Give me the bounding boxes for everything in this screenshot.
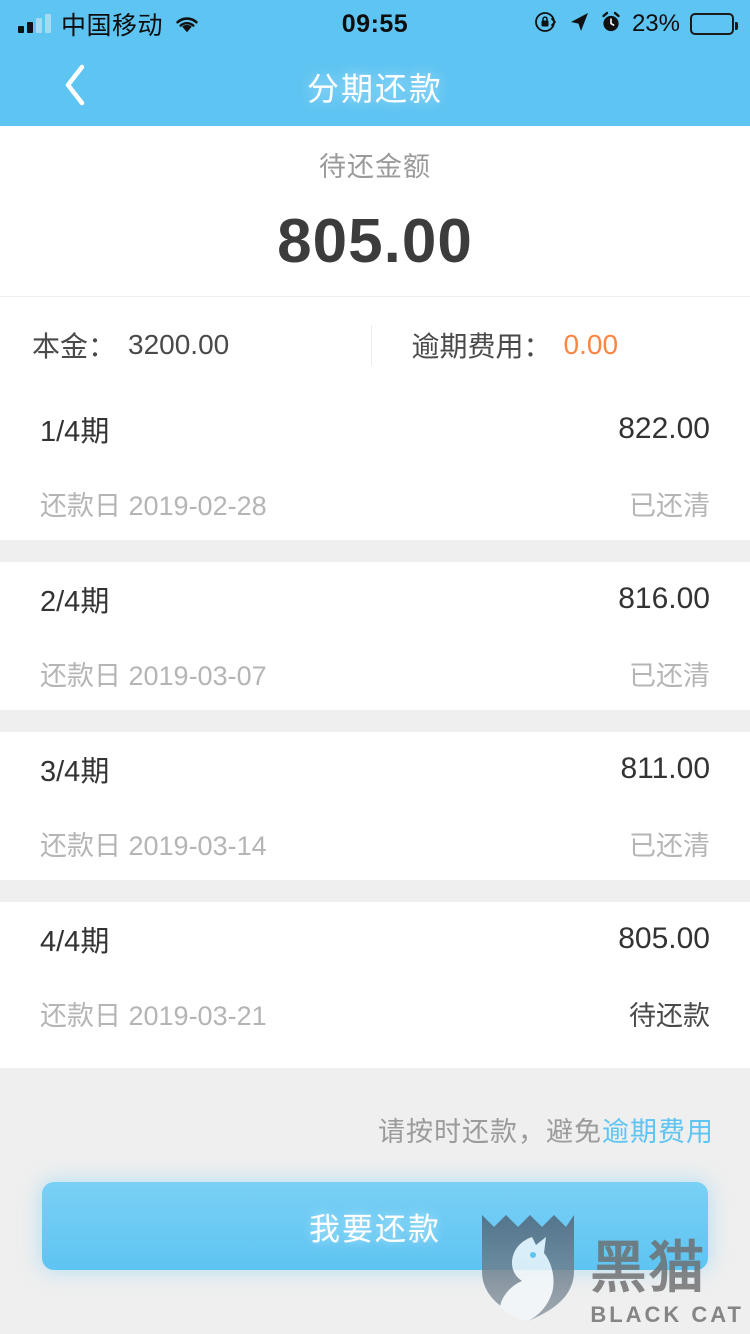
list-separator xyxy=(0,710,750,732)
installment-term: 2/4期 xyxy=(40,586,110,618)
installment-amount: 805.00 xyxy=(618,922,710,955)
installment-secondary-line: 还款日 2019-03-21 待还款 xyxy=(40,976,710,1050)
repayment-tip-prefix: 请按时还款，避免 xyxy=(378,1117,602,1147)
repayment-tip-highlight: 逾期费用 xyxy=(602,1117,714,1147)
status-badge: 已还清 xyxy=(629,660,710,691)
installment-primary-line: 3/4期 811.00 xyxy=(40,732,710,806)
installment-due-date: 还款日 2019-03-14 xyxy=(40,830,267,861)
installment-primary-line: 2/4期 816.00 xyxy=(40,562,710,636)
table-row[interactable]: 4/4期 805.00 还款日 2019-03-21 待还款 xyxy=(0,902,750,1050)
table-row[interactable]: 3/4期 811.00 还款日 2019-03-14 已还清 xyxy=(0,732,750,880)
list-separator xyxy=(0,540,750,562)
alarm-clock-icon xyxy=(600,11,622,38)
installment-primary-line: 4/4期 805.00 xyxy=(40,902,710,976)
status-bar-right: 23% xyxy=(534,10,750,39)
table-row[interactable]: 2/4期 816.00 还款日 2019-03-07 已还清 xyxy=(0,562,750,710)
installment-secondary-line: 还款日 2019-02-28 已还清 xyxy=(40,466,710,540)
principal-stat: 本金： 3200.00 xyxy=(0,325,371,365)
installment-primary-line: 1/4期 822.00 xyxy=(40,392,710,466)
list-separator xyxy=(0,880,750,902)
principal-value: 3200.00 xyxy=(128,328,230,360)
status-badge: 待还款 xyxy=(629,1000,710,1031)
repayment-tip: 请按时还款，避免逾期费用 xyxy=(378,1110,714,1149)
back-button[interactable] xyxy=(40,48,110,126)
overdue-fee-value: 0.00 xyxy=(563,328,619,360)
amount-due-label: 待还金额 xyxy=(319,152,431,182)
installment-amount: 822.00 xyxy=(618,412,710,445)
amount-due-panel: 待还金额 805.00 xyxy=(0,126,750,296)
page-header: 分期还款 xyxy=(0,48,750,126)
installment-due-date: 还款日 2019-02-28 xyxy=(40,490,267,521)
installment-list: 1/4期 822.00 还款日 2019-02-28 已还清 2/4期 816.… xyxy=(0,392,750,1050)
overdue-fee-stat: 逾期费用： 0.00 xyxy=(370,324,750,365)
chevron-left-icon xyxy=(62,63,88,112)
installment-due-date: 还款日 2019-03-07 xyxy=(40,660,267,691)
status-badge: 已还清 xyxy=(629,490,710,521)
installment-term: 4/4期 xyxy=(40,926,110,958)
installment-term: 1/4期 xyxy=(40,416,110,448)
loan-stats-row: 本金： 3200.00 逾期费用： 0.00 xyxy=(0,296,750,392)
installment-secondary-line: 还款日 2019-03-07 已还清 xyxy=(40,636,710,710)
battery-percent-label: 23% xyxy=(631,10,680,37)
repay-button[interactable]: 我要还款 xyxy=(42,1182,708,1270)
location-arrow-icon xyxy=(568,11,590,38)
table-row[interactable]: 1/4期 822.00 还款日 2019-02-28 已还清 xyxy=(0,392,750,540)
installment-repayment-screen: 中国移动 09:55 23% 分期还款 待还金额 805.00 本金： 3200… xyxy=(0,0,750,1334)
installment-term: 3/4期 xyxy=(40,756,110,788)
status-badge: 已还清 xyxy=(629,830,710,861)
page-title: 分期还款 xyxy=(306,71,443,107)
installment-secondary-line: 还款日 2019-03-14 已还清 xyxy=(40,806,710,880)
footer-panel: 请按时还款，避免逾期费用 我要还款 xyxy=(0,1068,750,1334)
principal-label: 本金： xyxy=(32,330,117,362)
battery-icon xyxy=(690,13,738,35)
installment-amount: 816.00 xyxy=(618,582,710,615)
overdue-fee-label: 逾期费用： xyxy=(411,330,552,362)
amount-due-value: 805.00 xyxy=(277,207,473,276)
installment-amount: 811.00 xyxy=(620,752,710,785)
installment-due-date: 还款日 2019-03-21 xyxy=(40,1000,267,1031)
status-bar: 中国移动 09:55 23% xyxy=(0,0,750,48)
rotation-lock-icon xyxy=(534,10,558,39)
